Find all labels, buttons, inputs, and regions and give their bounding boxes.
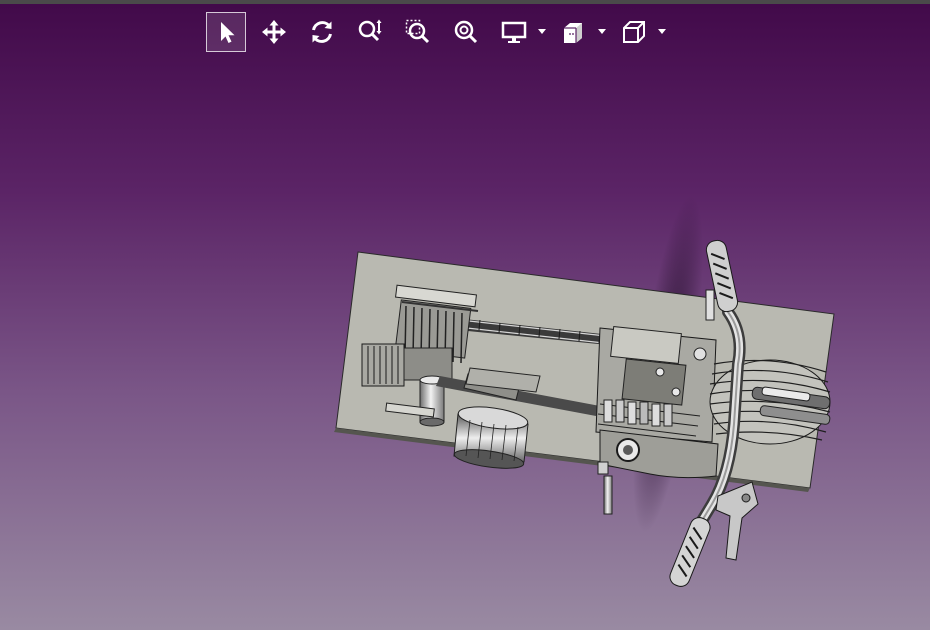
brake-lever xyxy=(715,481,759,561)
zoom-updown-icon xyxy=(358,19,382,42)
section-view-icon xyxy=(564,23,582,43)
display-mode-button[interactable] xyxy=(494,12,534,52)
view-orientation-dropdown[interactable] xyxy=(656,12,668,52)
display-mode-dropdown[interactable] xyxy=(536,12,548,52)
engine-assembly-model[interactable] xyxy=(0,4,930,630)
pan-tool-button[interactable] xyxy=(254,12,294,52)
zoom-tool-button[interactable] xyxy=(350,12,390,52)
rotate-tool-button[interactable] xyxy=(302,12,342,52)
caret-down-icon xyxy=(538,29,546,34)
3d-viewport[interactable] xyxy=(0,4,930,630)
zoom-fit-icon xyxy=(454,20,478,44)
section-view-button[interactable] xyxy=(554,12,594,52)
view-toolbar xyxy=(206,10,674,54)
view-orientation-button[interactable] xyxy=(614,12,654,52)
zoom-fit-tool-button[interactable] xyxy=(446,12,486,52)
rotate-icon xyxy=(312,21,332,43)
caret-down-icon xyxy=(658,29,666,34)
cube-icon xyxy=(623,21,645,43)
engine-block xyxy=(595,325,717,443)
move-arrows-icon xyxy=(262,20,286,44)
select-tool-button[interactable] xyxy=(206,12,246,52)
bottom-grip xyxy=(669,517,711,587)
section-view-dropdown[interactable] xyxy=(596,12,608,52)
monitor-icon xyxy=(501,21,527,43)
caret-down-icon xyxy=(598,29,606,34)
pointer-arrow-icon xyxy=(221,22,235,43)
zoom-window-icon xyxy=(405,19,430,44)
zoom-window-tool-button[interactable] xyxy=(398,12,438,52)
